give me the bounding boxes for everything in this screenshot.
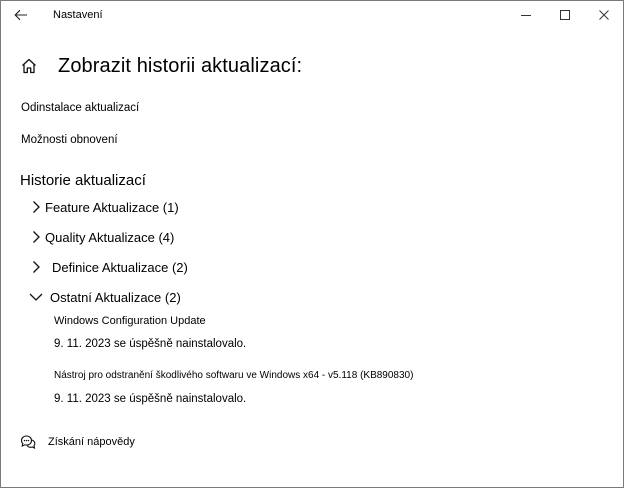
settings-window: Nastavení Zobrazit historii aktualizací:… xyxy=(0,0,624,488)
group-label: Ostatní Aktualizace (2) xyxy=(50,289,181,305)
minimize-button[interactable] xyxy=(508,3,544,27)
chevron-down-icon xyxy=(29,293,43,301)
update-entry-status: 9. 11. 2023 se úspěšně nainstalovalo. xyxy=(54,393,247,405)
title-bar: Nastavení xyxy=(1,1,623,31)
page-header: Zobrazit historii aktualizací: xyxy=(20,51,302,81)
help-chat-icon xyxy=(20,435,36,449)
back-button[interactable] xyxy=(7,3,35,27)
close-button[interactable] xyxy=(586,3,622,27)
update-entry-status: 9. 11. 2023 se úspěšně nainstalovalo. xyxy=(54,338,247,350)
update-entry-name[interactable]: Nástroj pro odstranění škodlivého softwa… xyxy=(54,370,413,381)
app-title: Nastavení xyxy=(53,9,103,21)
uninstall-updates-link[interactable]: Odinstalace aktualizací xyxy=(21,102,139,114)
group-feature-updates[interactable]: Feature Aktualizace (1) xyxy=(29,197,179,217)
group-definition-updates[interactable]: Definice Aktualizace (2) xyxy=(29,257,188,277)
maximize-icon xyxy=(560,10,570,20)
chevron-right-icon xyxy=(33,261,40,273)
help-label: Získání nápovědy xyxy=(48,436,135,448)
get-help-link[interactable]: Získání nápovědy xyxy=(20,434,135,450)
maximize-button[interactable] xyxy=(547,3,583,27)
home-icon[interactable] xyxy=(20,57,38,75)
group-label: Feature Aktualizace (1) xyxy=(45,199,179,215)
close-icon xyxy=(599,10,609,20)
group-label: Definice Aktualizace (2) xyxy=(52,259,188,275)
page-title: Zobrazit historii aktualizací: xyxy=(58,54,303,77)
chevron-right-icon xyxy=(33,231,40,243)
group-other-updates[interactable]: Ostatní Aktualizace (2) xyxy=(29,287,181,307)
update-history-heading: Historie aktualizací xyxy=(20,172,146,189)
update-entry-name[interactable]: Windows Configuration Update xyxy=(54,315,206,327)
recovery-options-link[interactable]: Možnosti obnovení xyxy=(21,134,118,146)
back-arrow-icon xyxy=(14,9,27,21)
minimize-icon xyxy=(521,15,531,16)
group-label: Quality Aktualizace (4) xyxy=(45,229,175,245)
chevron-right-icon xyxy=(33,201,40,213)
group-quality-updates[interactable]: Quality Aktualizace (4) xyxy=(29,227,174,247)
